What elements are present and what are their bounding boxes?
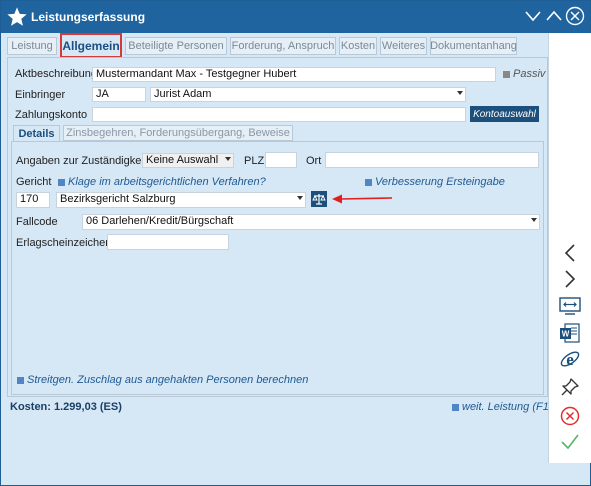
dialog-window: Leistungserfassung Leistung Allgemein Be…: [0, 0, 591, 486]
gericht-label: Gericht: [16, 176, 52, 188]
internet-explorer-icon[interactable]: e: [558, 347, 582, 371]
einbringer-code-field[interactable]: JA: [92, 87, 146, 102]
ort-field[interactable]: [325, 152, 539, 168]
dropdown-arrow-icon: [531, 218, 537, 222]
weit-leistung-label: weit. Leistung (F10): [462, 401, 559, 413]
fallcode-label: Fallcode: [16, 216, 58, 228]
next-chevron-icon[interactable]: [558, 267, 582, 291]
subtab-zinsbegehren[interactable]: Zinsbegehren, Forderungsübergang, Beweis…: [63, 125, 293, 141]
dropdown-arrow-icon: [225, 157, 231, 161]
title-bar[interactable]: Leistungserfassung: [1, 1, 590, 33]
plz-label: PLZ: [244, 155, 265, 167]
previous-chevron-icon[interactable]: [558, 241, 582, 265]
fallcode-value: 06 Darlehen/Kredit/Bürgschaft: [86, 215, 234, 227]
plz-field[interactable]: [265, 152, 297, 168]
gericht-name: Bezirksgericht Salzburg: [60, 193, 176, 205]
tab-weiteres[interactable]: Weiteres: [380, 37, 427, 55]
dropdown-arrow-icon: [457, 91, 463, 95]
tab-beteiligte-personen[interactable]: Beteiligte Personen: [125, 37, 227, 55]
einbringer-label: Einbringer: [15, 89, 66, 101]
expand-width-icon[interactable]: [558, 294, 582, 318]
klage-label: Klage im arbeitsgerichtlichen Verfahren?: [68, 176, 266, 188]
subtab-details[interactable]: Details: [13, 125, 60, 142]
tab-leistung[interactable]: Leistung: [7, 37, 57, 55]
tab-allgemein[interactable]: Allgemein: [60, 33, 122, 58]
tab-dokumentanhang[interactable]: Dokumentanhang: [430, 37, 517, 55]
chevron-up-icon[interactable]: [544, 6, 564, 26]
scale-button[interactable]: [311, 191, 327, 207]
window-title: Leistungserfassung: [31, 10, 146, 24]
allgemein-panel: Aktbeschreibung Mustermandant Max - Test…: [7, 57, 548, 397]
aktbeschreibung-label: Aktbeschreibung: [15, 68, 97, 80]
verbesserung-label: Verbesserung Ersteingabe: [375, 176, 505, 188]
close-icon[interactable]: [565, 6, 585, 26]
svg-text:W: W: [562, 330, 570, 339]
gericht-select[interactable]: Bezirksgericht Salzburg: [56, 192, 306, 208]
word-document-icon[interactable]: W: [558, 321, 582, 345]
klage-checkbox[interactable]: [58, 179, 65, 186]
fallcode-select[interactable]: 06 Darlehen/Kredit/Bürgschaft: [82, 214, 540, 230]
pin-icon[interactable]: [558, 375, 582, 399]
tab-forderung-anspruch[interactable]: Forderung, Anspruch: [230, 37, 336, 55]
zustaendigkeit-label: Angaben zur Zuständigkeit: [16, 155, 147, 167]
passiv-label: Passiv: [513, 68, 546, 80]
tab-kosten[interactable]: Kosten: [339, 37, 377, 55]
action-sidebar: W e: [548, 33, 591, 463]
cancel-icon[interactable]: [558, 404, 582, 428]
einbringer-select[interactable]: Jurist Adam: [150, 87, 466, 102]
gericht-code-field[interactable]: 170: [16, 192, 50, 208]
streitgen-checkbox[interactable]: [17, 377, 24, 384]
zustaendigkeit-select[interactable]: Keine Auswahl: [142, 153, 234, 168]
chevron-down-icon[interactable]: [523, 6, 543, 26]
footer-bar: Kosten: 1.299,03 (ES) weit. Leistung (F1…: [7, 397, 559, 417]
zahlungskonto-field[interactable]: [92, 107, 466, 122]
zahlungskonto-label: Zahlungskonto: [15, 109, 88, 121]
passiv-checkbox[interactable]: [503, 71, 510, 78]
dropdown-arrow-icon: [297, 196, 303, 200]
erlagscheinzeichen-label: Erlagscheinzeichen: [16, 237, 112, 249]
einbringer-name: Jurist Adam: [154, 88, 212, 100]
weit-leistung-checkbox[interactable]: [452, 404, 459, 411]
scale-icon: [312, 194, 326, 205]
confirm-checkmark-icon[interactable]: [558, 430, 582, 454]
red-arrow-icon: [332, 194, 393, 204]
zustaendigkeit-value: Keine Auswahl: [146, 154, 219, 166]
kosten-total: Kosten: 1.299,03 (ES): [10, 401, 122, 413]
star-icon: [7, 7, 27, 26]
kontoauswahl-button[interactable]: Kontoauswahl: [470, 106, 539, 122]
aktbeschreibung-field[interactable]: Mustermandant Max - Testgegner Hubert: [92, 67, 496, 82]
streitgen-label: Streitgen. Zuschlag aus angehakten Perso…: [27, 374, 309, 386]
verbesserung-checkbox[interactable]: [365, 179, 372, 186]
erlagscheinzeichen-field[interactable]: [107, 234, 229, 250]
ort-label: Ort: [306, 155, 322, 167]
